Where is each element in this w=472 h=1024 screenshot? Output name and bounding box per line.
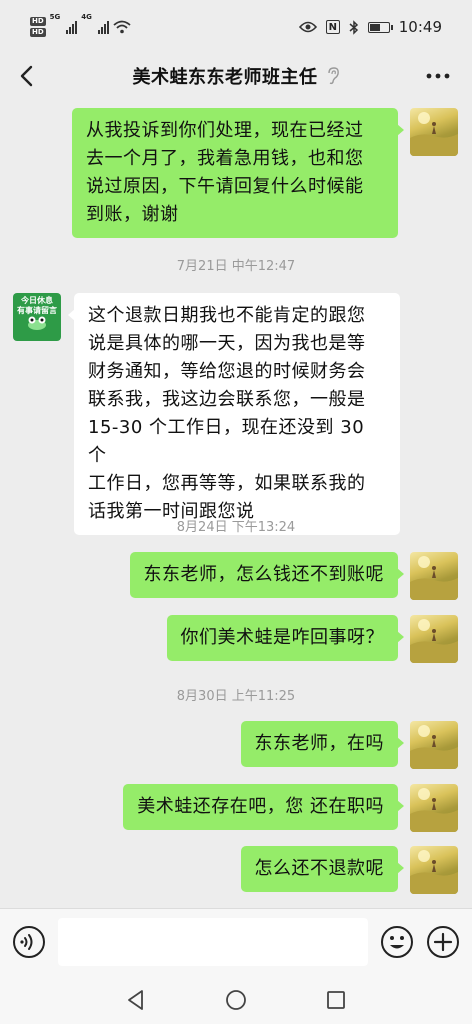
self-avatar[interactable] <box>410 846 458 894</box>
chat-title-group: 美术蛙东东老师班主任 <box>133 63 340 89</box>
message-timestamp: 8月30日 上午11:25 <box>176 689 296 704</box>
message-row: 你们美术蛙是咋回事呀？ <box>0 615 472 663</box>
outgoing-message[interactable]: 从我投诉到你们处理，现在已经过 去一个月了，我着急用钱，也和您 说过原因，下午请… <box>72 108 404 238</box>
message-timestamp: 8月24日 下午13:24 <box>176 520 296 535</box>
message-row: 今日休息 有事请留言 这个退款日期我也不能肯定的跟您 说是具体的哪一天，因为我也… <box>0 293 472 535</box>
network-type-2: 4G <box>81 13 92 21</box>
chat-title: 美术蛙东东老师班主任 <box>132 67 318 88</box>
self-avatar[interactable] <box>410 615 458 663</box>
message-input-bar <box>0 908 472 974</box>
system-navigation-bar <box>0 974 472 1024</box>
incoming-message[interactable]: 这个退款日期我也不能肯定的跟您 说是具体的哪一天，因为我也是等 财务通知，等给您… <box>68 293 400 535</box>
chat-header: 美术蛙东东老师班主任 <box>0 54 472 98</box>
outgoing-message[interactable]: 怎么还不退款呢 <box>240 846 404 892</box>
self-avatar[interactable] <box>410 721 458 769</box>
triangle-back-icon[interactable] <box>124 988 148 1012</box>
field-photo-icon <box>410 619 458 663</box>
self-avatar[interactable] <box>410 784 458 832</box>
voice-icon[interactable] <box>12 925 46 959</box>
hd-indicator: HD HD <box>30 17 46 37</box>
message-row: 东东老师，在吗 <box>0 721 472 769</box>
message-list[interactable]: 从我投诉到你们处理，现在已经过 去一个月了，我着急用钱，也和您 说过原因，下午请… <box>0 98 472 908</box>
teacher-avatar-line-2: 有事请留言 <box>17 306 57 315</box>
battery-icon <box>367 21 393 33</box>
bluetooth-icon <box>349 19 358 35</box>
field-photo-icon <box>410 725 458 769</box>
teacher-avatar-line-1: 今日休息 <box>21 296 53 305</box>
message-row: 从我投诉到你们处理，现在已经过 去一个月了，我着急用钱，也和您 说过原因，下午请… <box>0 108 472 238</box>
self-avatar[interactable] <box>410 108 458 156</box>
message-row: 美术蛙还存在吧，您 还在职吗 <box>0 784 472 832</box>
field-photo-icon <box>410 850 458 894</box>
message-row: 怎么还不退款呢 <box>0 846 472 894</box>
hd-badge-1: HD <box>30 17 46 26</box>
eye-icon <box>298 21 317 33</box>
status-bar: HD HD 5G 4G N 10:49 <box>0 0 472 54</box>
more-dots-icon[interactable] <box>424 64 452 88</box>
field-photo-icon <box>410 788 458 832</box>
wifi-icon <box>113 20 131 34</box>
signal-icon-1 <box>66 20 78 34</box>
frog-icon <box>28 316 46 330</box>
nfc-icon: N <box>325 20 340 34</box>
circle-home-icon[interactable] <box>224 988 248 1012</box>
self-avatar[interactable] <box>410 552 458 600</box>
field-photo-icon <box>410 112 458 156</box>
outgoing-message[interactable]: 东东老师，怎么钱还不到账呢 <box>129 552 404 598</box>
signal-icon-2 <box>97 20 109 34</box>
ear-icon <box>327 67 339 85</box>
field-photo-icon <box>410 556 458 600</box>
hd-badge-2: HD <box>30 28 46 37</box>
status-left-group: HD HD 5G 4G <box>30 13 131 37</box>
outgoing-message[interactable]: 美术蛙还存在吧，您 还在职吗 <box>123 784 404 830</box>
message-timestamp: 7月21日 中午12:47 <box>176 259 296 274</box>
chevron-left-icon[interactable] <box>14 62 42 90</box>
plus-icon[interactable] <box>426 925 460 959</box>
teacher-avatar[interactable]: 今日休息 有事请留言 <box>13 293 61 341</box>
message-row: 东东老师，怎么钱还不到账呢 <box>0 552 472 600</box>
network-type-1: 5G <box>49 13 61 21</box>
clock: 10:49 <box>398 18 442 36</box>
square-recent-icon[interactable] <box>324 988 348 1012</box>
outgoing-message[interactable]: 你们美术蛙是咋回事呀？ <box>166 615 404 661</box>
outgoing-message[interactable]: 东东老师，在吗 <box>240 721 404 767</box>
status-right-group: N 10:49 <box>298 18 442 36</box>
emoji-icon[interactable] <box>380 925 414 959</box>
message-input[interactable] <box>58 918 368 966</box>
